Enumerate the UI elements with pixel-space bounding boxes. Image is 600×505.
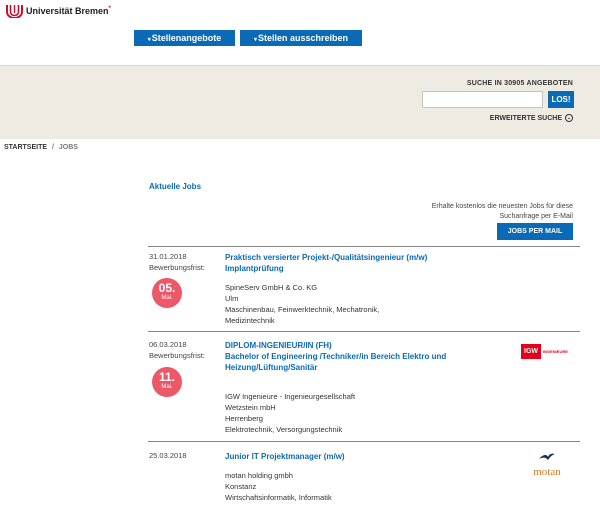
company-logo[interactable]: IGW INGENIEURE: [521, 344, 568, 359]
job-fields: Wirtschaftsinformatik, Informatik: [225, 493, 332, 502]
job-location: Ulm: [225, 294, 239, 303]
deadline-label: Bewerbungsfrist:: [149, 263, 205, 272]
job-title-line: Bachelor of Engineering /Techniker/in Be…: [225, 352, 447, 372]
job-date: 25.03.2018: [149, 451, 187, 460]
dropdown-arrow-icon: ▾: [253, 37, 257, 43]
job-company: motan holding gmbh: [225, 471, 293, 480]
job-fields: Maschinenbau, Feinwerktechnik, Mechatron…: [225, 305, 380, 314]
university-logo[interactable]: Universität Bremen*: [6, 4, 111, 18]
logo-text: Universität Bremen*: [26, 6, 111, 16]
job-title-link[interactable]: Junior IT Projektmanager (m/w): [225, 451, 485, 462]
university-logo-icon: [6, 5, 23, 18]
job-company: SpineServ GmbH & Co. KG: [225, 283, 318, 292]
nav-stellen-ausschreiben[interactable]: ▾Stellen ausschreiben: [240, 30, 362, 46]
motan-logo-text: motan: [533, 466, 561, 478]
breadcrumb-current: JOBS: [58, 144, 78, 151]
deadline-month: Mai.: [161, 295, 173, 301]
job-date: 06.03.2018: [149, 340, 187, 349]
divider: [148, 441, 580, 442]
job-date: 31.01.2018: [149, 252, 187, 261]
search-submit-button[interactable]: LOS!: [548, 91, 574, 108]
breadcrumb: STARTSEITE / JOBS: [4, 144, 78, 151]
job-details: SpineServ GmbH & Co. KG Ulm Maschinenbau…: [225, 282, 379, 326]
divider: [148, 331, 580, 332]
job-details: IGW Ingenieure - Ingenieurgesellschaft W…: [225, 391, 355, 435]
advanced-search-label: ERWEITERTE SUCHE: [489, 114, 562, 122]
job-company: Wetzstein mbH: [225, 403, 276, 412]
section-title: Aktuelle Jobs: [149, 182, 202, 191]
job-location: Konstanz: [225, 482, 257, 491]
igw-logo-mark: IGW: [521, 344, 541, 359]
deadline-month: Mai.: [161, 384, 173, 390]
nav-stellenangebote[interactable]: ▾Stellenangebote: [134, 30, 235, 46]
job-listing: 31.01.2018 Bewerbungsfrist: 05. Mai. Pra…: [149, 252, 579, 327]
divider: [148, 246, 580, 247]
breadcrumb-home[interactable]: STARTSEITE: [4, 144, 47, 151]
job-title-link[interactable]: Praktisch versierter Projekt-/Qualitätsi…: [225, 252, 485, 274]
job-alert-button[interactable]: JOBS PER MAIL: [497, 223, 573, 240]
advanced-search-link[interactable]: ERWEITERTE SUCHE ⌄: [490, 114, 573, 122]
job-title-link[interactable]: DIPLOM-INGENIEUR/IN (FH) Bachelor of Eng…: [225, 340, 485, 373]
search-input[interactable]: [422, 91, 543, 108]
deadline-label: Bewerbungsfrist:: [149, 351, 205, 360]
main-nav: ▾Stellenangebote ▾Stellen ausschreiben: [134, 30, 362, 46]
job-details: motan holding gmbh Konstanz Wirtschaftsi…: [225, 470, 332, 503]
job-listing: 06.03.2018 Bewerbungsfrist: 11. Mai. DIP…: [149, 340, 579, 435]
deadline-day: 05.: [158, 281, 176, 295]
deadline-day: 11.: [158, 370, 176, 384]
job-fields: Medizintechnik: [225, 316, 275, 325]
deadline-badge: 05. Mai.: [152, 278, 182, 308]
motan-bird-icon: [539, 453, 555, 460]
breadcrumb-separator: /: [52, 144, 54, 151]
dropdown-arrow-icon: ▾: [147, 37, 151, 43]
deadline-badge: 11. Mai.: [152, 367, 182, 397]
igw-logo-word: INGENIEURE: [543, 349, 568, 354]
job-company: IGW Ingenieure - Ingenieurgesellschaft: [225, 392, 356, 401]
company-logo[interactable]: motan: [527, 449, 567, 478]
expand-circle-icon: ⌄: [565, 114, 573, 122]
job-fields: Elektrotechnik, Versorgungstechnik: [225, 425, 343, 434]
job-alert-text: Erhalte kostenlos die neuesten Jobs für …: [431, 203, 573, 220]
search-label: SUCHE IN 30905 ANGEBOTEN: [466, 80, 573, 87]
job-title-line: DIPLOM-INGENIEUR/IN (FH): [225, 341, 332, 350]
job-location: Herrenberg: [225, 414, 263, 423]
job-listing: 25.03.2018 Junior IT Projektmanager (m/w…: [149, 451, 579, 505]
